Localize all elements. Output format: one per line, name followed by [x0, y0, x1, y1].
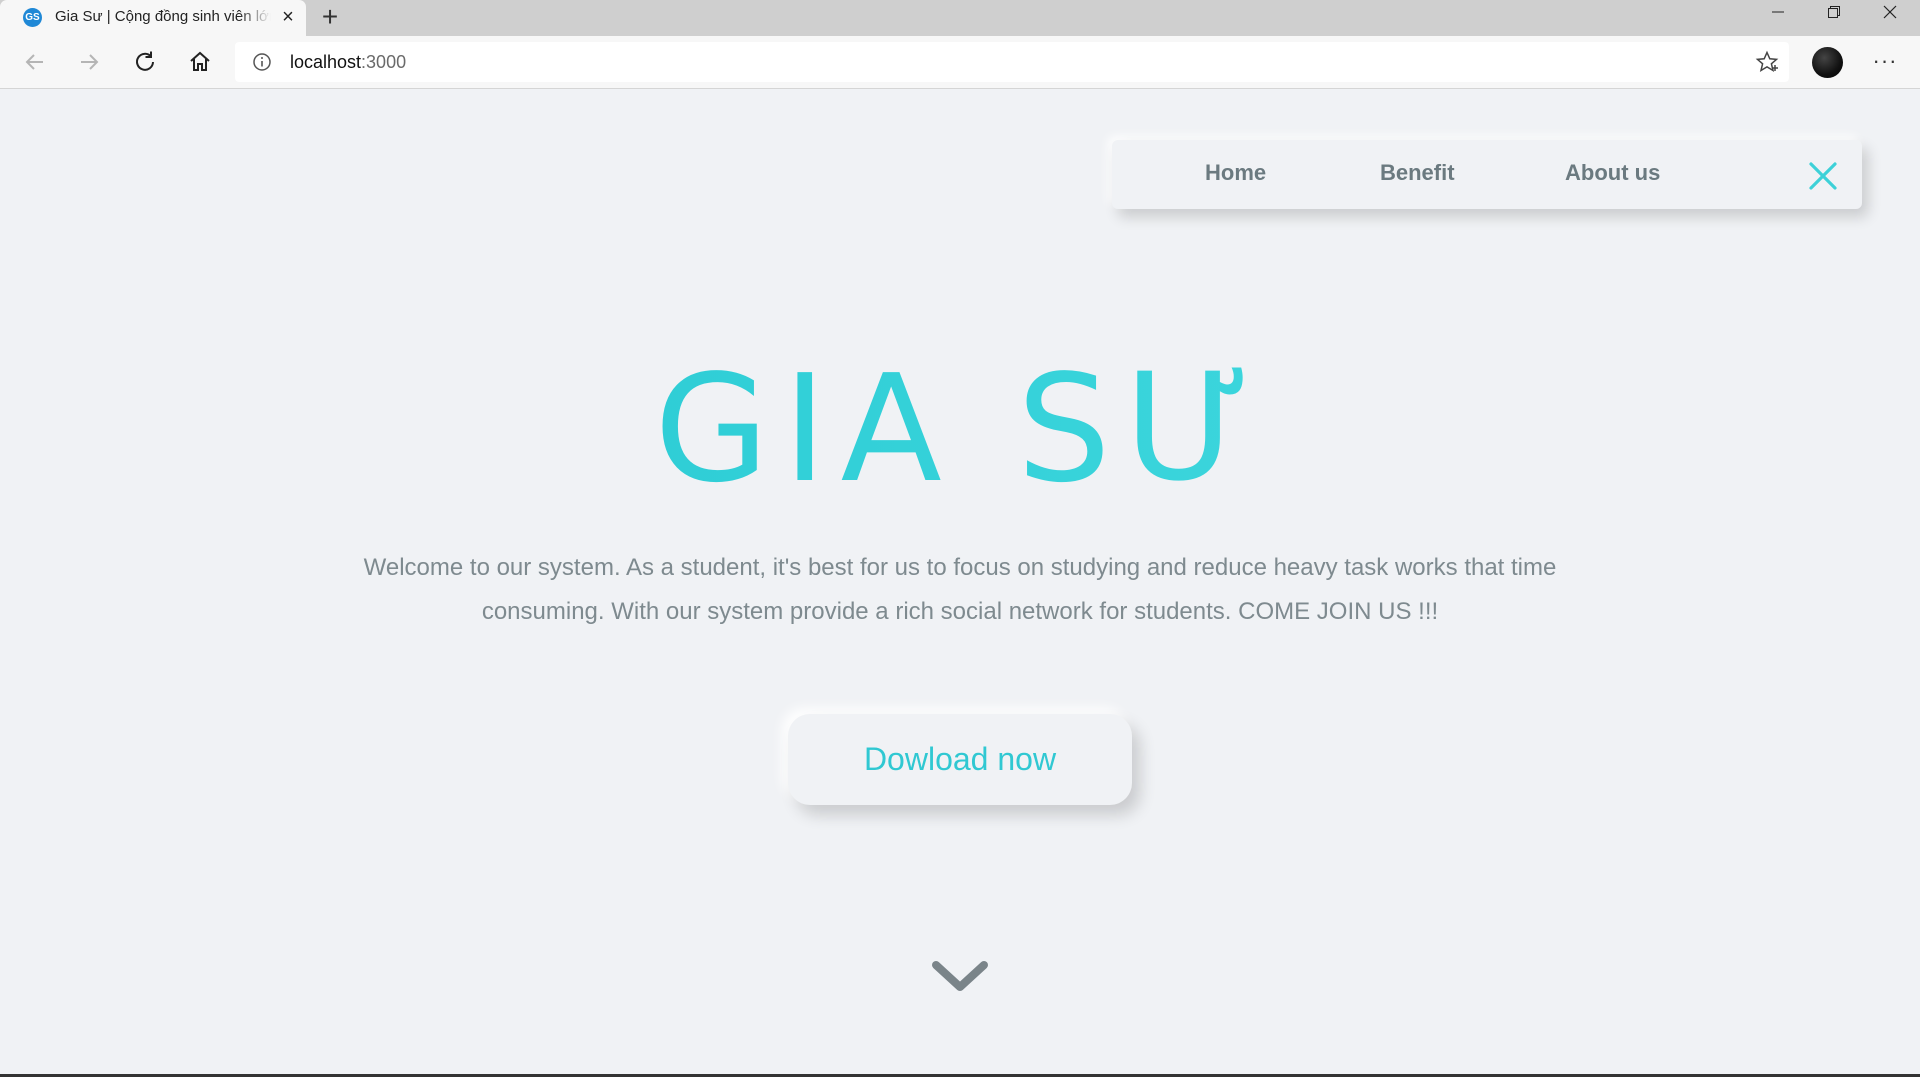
window-close-button[interactable]: [1862, 0, 1918, 28]
chevron-down-icon[interactable]: [929, 957, 991, 997]
browser-tab[interactable]: GS Gia Sư | Cộng đồng sinh viên lớn ×: [0, 0, 306, 36]
site-favicon-icon: GS: [23, 8, 42, 27]
nav-menu: Home Benefit About us: [1112, 140, 1862, 209]
menu-close-icon[interactable]: [1806, 159, 1840, 193]
back-button[interactable]: [17, 44, 53, 80]
nav-item-benefit[interactable]: Benefit: [1380, 160, 1455, 188]
url-host: localhost: [290, 52, 362, 72]
hero-description: Welcome to our system. As a student, it'…: [363, 554, 1557, 625]
browser-tabstrip: GS Gia Sư | Cộng đồng sinh viên lớn × +: [0, 0, 1920, 36]
back-icon: [25, 54, 43, 70]
web-page: Home Benefit About us GIA SƯ Welcome to …: [0, 89, 1920, 1077]
reload-icon: [136, 51, 154, 71]
nav-item-home[interactable]: Home: [1205, 160, 1266, 188]
nav-item-about-us[interactable]: About us: [1565, 160, 1660, 188]
home-button[interactable]: [182, 44, 218, 80]
info-icon[interactable]: [252, 52, 272, 72]
settings-more-button[interactable]: ···: [1868, 46, 1902, 76]
reload-button[interactable]: [127, 44, 163, 80]
star-icon[interactable]: [1755, 50, 1779, 74]
address-bar[interactable]: localhost:3000: [235, 42, 1789, 82]
close-icon: [1883, 5, 1897, 19]
minimize-icon: [1772, 11, 1784, 13]
home-icon: [190, 51, 210, 71]
forward-icon: [81, 54, 99, 70]
url-port: :3000: [361, 52, 407, 72]
profile-avatar[interactable]: [1812, 47, 1843, 78]
maximize-icon: [1828, 6, 1840, 18]
url-text[interactable]: localhost:3000: [290, 52, 406, 74]
tab-title: Gia Sư | Cộng đồng sinh viên lớn: [55, 8, 271, 25]
window-restore-button[interactable]: [1806, 0, 1862, 28]
hero-title: GIA SƯ: [0, 349, 1920, 509]
new-tab-button[interactable]: +: [316, 3, 344, 31]
forward-button[interactable]: [71, 44, 107, 80]
tab-close-icon[interactable]: ×: [277, 6, 299, 28]
browser-toolbar: localhost:3000 ···: [0, 36, 1920, 89]
window-minimize-button[interactable]: [1750, 0, 1806, 28]
download-now-button[interactable]: Dowload now: [788, 714, 1132, 805]
